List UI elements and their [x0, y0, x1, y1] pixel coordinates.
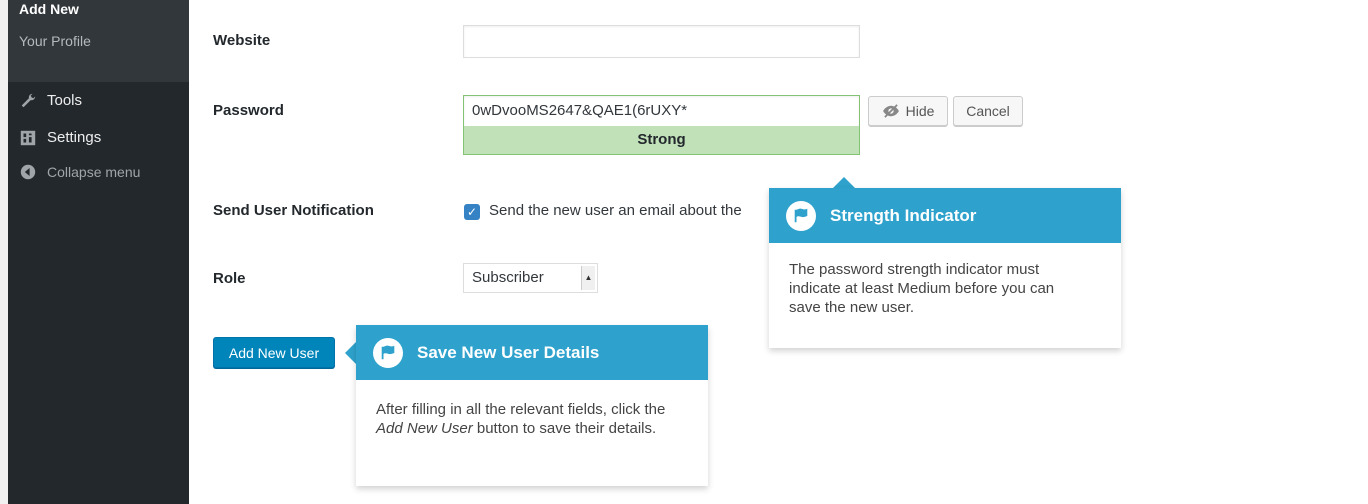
cancel-label: Cancel: [966, 103, 1010, 119]
pointer-body: After filling in all the relevant fields…: [356, 380, 696, 438]
hide-label: Hide: [905, 103, 935, 119]
collapse-arrow-icon: [18, 162, 38, 182]
password-label: Password: [213, 102, 284, 119]
wrench-icon: [18, 91, 38, 111]
submenu-item-add-new[interactable]: Add New: [8, 0, 189, 20]
role-label: Role: [213, 270, 246, 287]
hide-password-button[interactable]: Hide: [868, 96, 948, 126]
pointer-body-text: button to save their details.: [472, 420, 657, 437]
pointer-title: Strength Indicator: [830, 205, 977, 225]
sidebar-item-label: Settings: [47, 129, 102, 146]
pointer-arrow: [833, 177, 855, 188]
cancel-password-button[interactable]: Cancel: [953, 96, 1023, 126]
save-pointer: Save New User Details After filling in a…: [356, 325, 708, 486]
eye-slash-icon: [882, 104, 900, 118]
add-new-user-button[interactable]: Add New User: [213, 337, 335, 368]
users-submenu: Add New Your Profile: [8, 0, 189, 82]
pointer-header: Save New User Details: [356, 325, 708, 380]
notification-text: Send the new user an email about the: [489, 202, 742, 219]
notification-label: Send User Notification: [213, 202, 374, 219]
select-arrow-icon: ▲: [581, 266, 595, 290]
page-edge: [0, 0, 8, 504]
pointer-body-text: After filling in all the relevant fields…: [376, 401, 666, 418]
role-select[interactable]: Subscriber ▲: [463, 263, 598, 293]
flag-icon: [373, 337, 403, 368]
password-input[interactable]: 0wDvooMS2647&QAE1(6rUXY*: [463, 95, 860, 127]
sidebar-item-tools[interactable]: Tools: [8, 82, 189, 119]
collapse-menu-label: Collapse menu: [47, 164, 141, 180]
role-selected-value: Subscriber: [472, 269, 544, 286]
pointer-body-emphasis: Add New User: [376, 420, 473, 437]
strength-pointer: Strength Indicator The password strength…: [769, 188, 1121, 348]
pointer-arrow: [345, 342, 356, 364]
website-label: Website: [213, 32, 271, 49]
admin-sidebar: Add New Your Profile Tools Settings Coll…: [8, 0, 189, 504]
pointer-body: The password strength indicator must ind…: [789, 261, 1055, 316]
website-input[interactable]: [463, 25, 860, 58]
collapse-menu-button[interactable]: Collapse menu: [8, 156, 189, 188]
flag-icon: [786, 200, 816, 231]
notification-checkbox[interactable]: ✓: [464, 204, 480, 220]
password-value: 0wDvooMS2647&QAE1(6rUXY*: [472, 102, 688, 119]
settings-icon: [18, 128, 38, 148]
pointer-header: Strength Indicator: [769, 188, 1121, 243]
sidebar-item-settings[interactable]: Settings: [8, 119, 189, 156]
password-strength-indicator: Strong: [463, 126, 860, 155]
submenu-item-your-profile[interactable]: Your Profile: [8, 30, 189, 52]
pointer-title: Save New User Details: [417, 342, 600, 362]
add-user-form: Website Password 0wDvooMS2647&QAE1(6rUXY…: [189, 0, 1368, 504]
sidebar-item-label: Tools: [47, 92, 83, 109]
